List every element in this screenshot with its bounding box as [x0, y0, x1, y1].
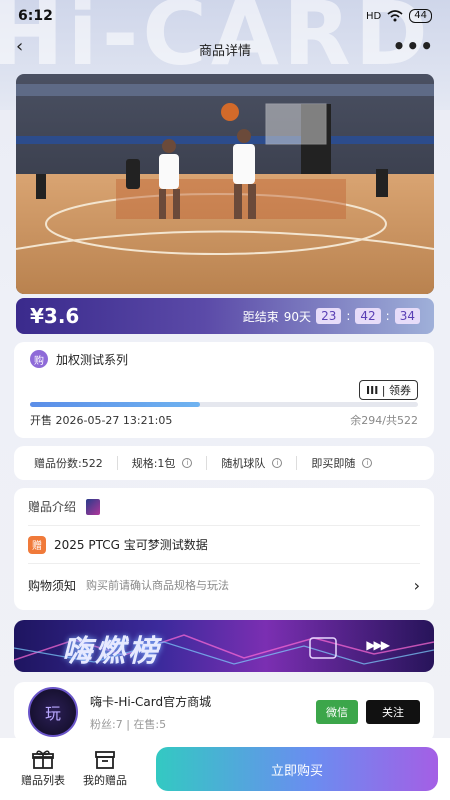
wechat-button[interactable]: 微信: [316, 700, 358, 724]
series-name: 加权测试系列: [56, 352, 129, 367]
status-time: 6:12: [18, 8, 53, 24]
countdown-separator: :: [385, 309, 390, 323]
shop-card: 玩 嗨卡-Hi-Card官方商城 粉丝:7 | 在售:5 微信 关注: [14, 682, 434, 742]
product-image[interactable]: [16, 74, 434, 294]
gift-row: 赠 2025 PTCG 宝可梦测试数据: [28, 526, 420, 564]
intro-header: 赠品介绍: [28, 488, 420, 526]
sale-info: 开售 2026-05-27 13:21:05 余294/共522: [30, 412, 418, 428]
spec-size-label: 规格:1包: [131, 457, 176, 470]
gift-name: 2025 PTCG 宝可梦测试数据: [54, 538, 208, 552]
info-icon: i: [182, 458, 193, 468]
top-nav: ‹ 商品详情 •••: [0, 34, 450, 64]
box-icon: [95, 751, 115, 769]
notice-label: 购物须知: [28, 578, 77, 593]
chevron-right-icon: ›: [413, 575, 420, 595]
gift-list-label: 赠品列表: [21, 774, 65, 787]
countdown-minutes: 42: [355, 308, 381, 324]
sales-progress: [30, 402, 418, 407]
coupon-icon: III: [366, 384, 379, 397]
spec-count-label: 赠品份数:522: [34, 457, 103, 470]
spec-card: 赠品份数:522 规格:1包 i 随机球队 i 即买即随 i: [14, 446, 434, 480]
divider: [296, 456, 298, 470]
shop-on-sale: 在售:5: [133, 717, 167, 731]
network-indicator: HD: [366, 10, 382, 22]
series-header: 购 加权测试系列: [30, 350, 418, 368]
countdown-separator: :: [346, 309, 351, 323]
notice-desc: 购买前请确认商品规格与玩法: [86, 579, 230, 592]
divider: [206, 456, 208, 470]
countdown-hours: 23: [316, 308, 342, 324]
back-icon[interactable]: ‹: [16, 36, 23, 57]
arrows-icon: ▶▶▶: [366, 638, 390, 652]
more-icon[interactable]: •••: [393, 34, 434, 58]
page-title: 商品详情: [198, 43, 251, 59]
shop-info: 嗨卡-Hi-Card官方商城 粉丝:7 | 在售:5: [90, 693, 211, 732]
notice-row[interactable]: 购物须知 购买前请确认商品规格与玩法 ›: [28, 564, 420, 606]
buy-now-button[interactable]: 立即购买: [156, 747, 438, 791]
battery-indicator: 44: [409, 9, 432, 23]
bottom-bar: 赠品列表 我的赠品 立即购买: [0, 738, 450, 800]
spec-mode[interactable]: 即买即随 i: [311, 455, 373, 471]
countdown-days: 90天: [283, 309, 312, 324]
follow-button[interactable]: 关注: [366, 700, 420, 724]
sale-time: 开售 2026-05-27 13:21:05: [30, 414, 173, 427]
ranking-banner[interactable]: 嗨燃榜 ▶▶▶: [14, 620, 434, 672]
intro-card: 赠品介绍 赠 2025 PTCG 宝可梦测试数据 购物须知 购买前请确认商品规格…: [14, 488, 434, 610]
status-icons: HD 44: [366, 9, 432, 23]
banner-title: 嗨燃榜: [62, 634, 161, 669]
series-card: 购 加权测试系列 III | 领券 开售 2026-05-27 13:21:05…: [14, 342, 434, 438]
coupon-label: 领券: [389, 384, 411, 397]
gift-box-icon: [32, 750, 54, 769]
spec-size[interactable]: 规格:1包 i: [132, 455, 193, 471]
series-badge: 购: [30, 350, 48, 368]
spec-team-label: 随机球队: [221, 457, 266, 470]
spec-mode-label: 即买即随: [311, 457, 356, 470]
wifi-icon: [387, 10, 403, 22]
price: ¥3.6: [30, 304, 80, 328]
my-gifts-button[interactable]: 我的赠品: [74, 750, 136, 788]
spec-team[interactable]: 随机球队 i: [221, 455, 283, 471]
price-bar: ¥3.6 距结束 90天 23 : 42 : 34: [16, 298, 434, 334]
countdown-seconds: 34: [394, 308, 420, 324]
gift-list-button[interactable]: 赠品列表: [12, 750, 74, 788]
info-icon: i: [272, 458, 283, 468]
shop-stats: 粉丝:7 | 在售:5: [90, 717, 167, 731]
stock-remaining: 余294/共522: [350, 414, 418, 427]
sales-progress-fill: [30, 402, 200, 407]
spec-count: 赠品份数:522: [34, 455, 103, 471]
shop-avatar[interactable]: 玩: [28, 687, 78, 737]
shop-name[interactable]: 嗨卡-Hi-Card官方商城: [90, 693, 211, 710]
countdown-label: 距结束: [242, 309, 279, 324]
status-bar: 6:12 HD 44: [0, 0, 450, 32]
coupon-button[interactable]: III | 领券: [359, 380, 418, 400]
divider: [116, 456, 118, 470]
my-gifts-label: 我的赠品: [83, 774, 127, 787]
countdown: 距结束 90天 23 : 42 : 34: [243, 308, 420, 325]
shop-fans: 粉丝:7: [90, 717, 123, 731]
gift-tag: 赠: [28, 535, 46, 554]
intro-title: 赠品介绍: [28, 500, 77, 514]
info-icon: i: [362, 458, 373, 468]
card-thumbnail-icon: [86, 498, 101, 515]
